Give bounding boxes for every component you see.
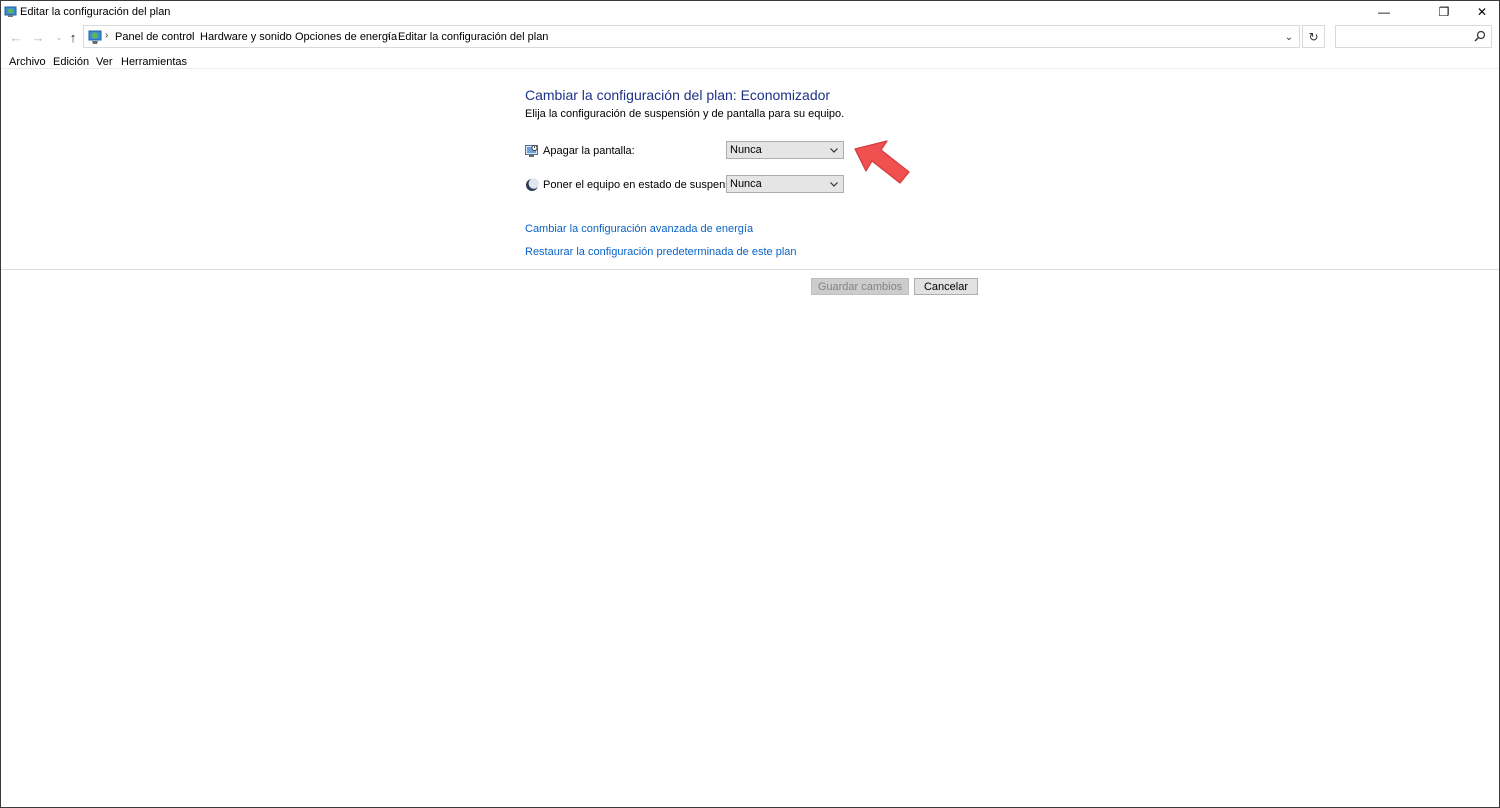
breadcrumb-hardware-y-sonido[interactable]: Hardware y sonido — [200, 31, 292, 43]
search-input[interactable] — [1335, 25, 1492, 48]
cancel-button[interactable]: Cancelar — [914, 278, 978, 295]
menu-ver[interactable]: Ver — [96, 56, 113, 68]
breadcrumb-panel-de-control[interactable]: Panel de control — [115, 31, 195, 43]
menu-bar: Archivo Edición Ver Herramientas — [1, 54, 1499, 69]
power-plan-window: Editar la configuración del plan — ❐ ✕ ←… — [0, 0, 1500, 808]
breadcrumb-separator[interactable]: › — [285, 30, 288, 41]
display-off-select[interactable]: Nunca — [726, 141, 844, 159]
display-off-label: Apagar la pantalla: — [543, 145, 635, 157]
save-changes-button[interactable]: Guardar cambios — [811, 278, 909, 295]
forward-button[interactable]: → — [29, 27, 47, 47]
up-button[interactable]: ↑ — [64, 27, 82, 47]
menu-herramientas[interactable]: Herramientas — [121, 56, 187, 68]
control-panel-icon — [4, 6, 17, 17]
chevron-down-icon — [830, 148, 838, 153]
breadcrumb-separator[interactable]: › — [387, 30, 390, 41]
address-bar[interactable]: › Panel de control › Hardware y sonido ›… — [83, 25, 1300, 48]
breadcrumb-separator[interactable]: › — [105, 30, 108, 41]
breadcrumb-editar-configuracion[interactable]: Editar la configuración del plan — [398, 31, 548, 43]
close-button[interactable]: ✕ — [1459, 1, 1500, 23]
navigation-bar: ← → ⌄ ↑ › Panel de control › Hardware y … — [1, 24, 1499, 50]
menu-edicion[interactable]: Edición — [53, 56, 89, 68]
divider — [1, 269, 1499, 270]
minimize-button[interactable]: — — [1361, 1, 1407, 23]
refresh-button[interactable]: ↻ — [1302, 25, 1325, 48]
title-bar: Editar la configuración del plan — ❐ ✕ — [1, 1, 1499, 23]
moon-icon — [526, 178, 539, 191]
window-title: Editar la configuración del plan — [20, 6, 171, 18]
menu-archivo[interactable]: Archivo — [9, 56, 46, 68]
monitor-icon — [525, 144, 538, 157]
sleep-select[interactable]: Nunca — [726, 175, 844, 193]
address-dropdown-button[interactable]: ⌄ — [1281, 29, 1297, 45]
breadcrumb-separator[interactable]: › — [189, 30, 192, 41]
sleep-value: Nunca — [730, 178, 762, 190]
breadcrumb-opciones-de-energia[interactable]: Opciones de energía — [295, 31, 397, 43]
control-panel-icon — [88, 30, 102, 44]
chevron-down-icon — [830, 182, 838, 187]
page-description: Elija la configuración de suspensión y d… — [525, 108, 845, 120]
display-off-value: Nunca — [730, 144, 762, 156]
search-icon — [1474, 30, 1486, 42]
sleep-label: Poner el equipo en estado de suspensión: — [543, 179, 749, 191]
back-button[interactable]: ← — [7, 27, 25, 47]
advanced-power-settings-link[interactable]: Cambiar la configuración avanzada de ene… — [525, 223, 753, 235]
restore-defaults-link[interactable]: Restaurar la configuración predeterminad… — [525, 246, 797, 258]
annotation-arrow-icon — [854, 140, 910, 184]
page-title: Cambiar la configuración del plan: Econo… — [525, 87, 831, 103]
